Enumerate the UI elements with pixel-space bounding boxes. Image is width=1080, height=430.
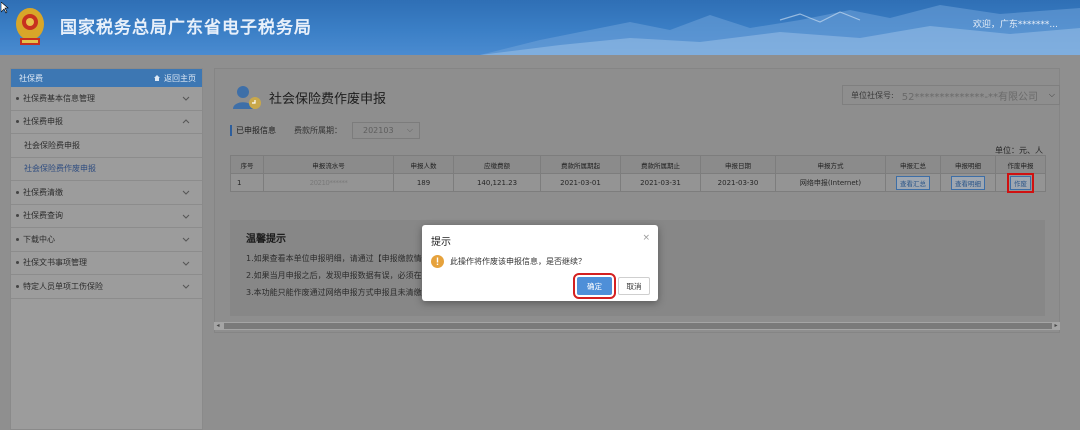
col-header: 申报人数 bbox=[393, 155, 454, 174]
cell-method: 网络申报(Internet) bbox=[775, 173, 886, 192]
sidebar: 社保费 返回主页 社保费基本信息管理 社保费申报 社会保险费申报 社会保险费作废… bbox=[10, 68, 203, 430]
confirm-button[interactable]: 确定 bbox=[573, 273, 616, 299]
dialog-title: 提示 bbox=[431, 237, 451, 248]
page-title: 社会保险费作废申报 bbox=[269, 92, 387, 107]
cell-amount: 140,121.23 bbox=[453, 173, 541, 192]
col-header: 申报汇总 bbox=[885, 155, 941, 174]
col-header: 作废申报 bbox=[995, 155, 1046, 174]
sidebar-item-label: 社保费申报 bbox=[23, 117, 63, 127]
bullet-icon bbox=[16, 284, 19, 288]
col-header: 申报流水号 bbox=[263, 155, 394, 174]
welcome-user[interactable]: 欢迎，广东*******... bbox=[973, 17, 1058, 30]
unit-social-label: 单位社保号: bbox=[851, 90, 894, 100]
table-header-row: 序号 申报流水号 申报人数 应缴费额 费款所属期起 费款所属期止 申报日期 申报… bbox=[230, 155, 1046, 174]
chevron-down-icon bbox=[182, 214, 190, 219]
chevron-up-icon bbox=[182, 119, 190, 124]
tip-line: 2.如果当月申报之后，发现申报数据有误，必须在当... bbox=[246, 271, 426, 280]
cell-date: 2021-03-30 bbox=[700, 173, 776, 192]
sidebar-item-label: 社保费基本信息管理 bbox=[23, 93, 95, 103]
sidebar-item-label: 社保文书事项管理 bbox=[23, 258, 87, 268]
sidebar-item-label: 下载中心 bbox=[23, 234, 55, 244]
cell-serial: 20210****** bbox=[263, 173, 394, 192]
scroll-right-icon[interactable]: ▸ bbox=[1052, 322, 1060, 330]
sidebar-item-declaration[interactable]: 社保费申报 bbox=[11, 111, 202, 134]
home-icon bbox=[154, 75, 160, 81]
sidebar-item-label: 特定人员单项工伤保险 bbox=[23, 281, 103, 291]
filter-bar: 已申报信息 费款所属期： 202103 ⌵ bbox=[230, 121, 420, 139]
view-summary-button[interactable]: 查看汇总 bbox=[896, 175, 930, 190]
col-header: 申报明细 bbox=[940, 155, 996, 174]
chevron-down-icon bbox=[182, 261, 190, 266]
horizontal-scrollbar[interactable]: ◂ ▸ bbox=[214, 322, 1060, 330]
sidebar-item-label: 社保费清缴 bbox=[23, 187, 63, 197]
table-row: 1 20210****** 189 140,121.23 2021-03-01 … bbox=[230, 172, 1046, 193]
dialog-message: 此操作将作废该申报信息，是否继续？ bbox=[450, 257, 586, 266]
chevron-down-icon bbox=[182, 190, 190, 195]
unit-social-select[interactable]: 单位社保号: 52**************-**有限公司 ⌵ bbox=[842, 85, 1060, 105]
sidebar-item-download-center[interactable]: 下载中心 bbox=[11, 228, 202, 252]
sidebar-subitem-label: 社会保险费作废申报 bbox=[24, 164, 96, 174]
mouse-cursor-icon bbox=[1, 2, 9, 14]
user-form-icon bbox=[233, 86, 261, 109]
declared-info-tag: 已申报信息 bbox=[230, 124, 276, 136]
dialog-message-row: 此操作将作废该申报信息，是否继续？ bbox=[431, 255, 586, 268]
period-label: 费款所属期： bbox=[294, 125, 342, 135]
col-header: 申报方式 bbox=[775, 155, 886, 174]
sidebar-item-injury-insurance[interactable]: 特定人员单项工伤保险 bbox=[11, 275, 202, 299]
site-header: 国家税务总局广东省电子税务局 欢迎，广东*******... bbox=[0, 0, 1080, 55]
declaration-table: 序号 申报流水号 申报人数 应缴费额 费款所属期起 费款所属期止 申报日期 申报… bbox=[230, 155, 1046, 193]
sidebar-subitem-label: 社会保险费申报 bbox=[24, 140, 80, 150]
cell-void: 作废 bbox=[995, 172, 1046, 193]
confirm-dialog: 提示 × 此操作将作废该申报信息，是否继续？ 确定 取消 bbox=[422, 225, 658, 301]
chevron-down-icon bbox=[182, 96, 190, 101]
sidebar-subitem-social-insurance-declaration[interactable]: 社会保险费申报 bbox=[11, 134, 202, 158]
period-select[interactable]: 202103 ⌵ bbox=[352, 121, 420, 139]
sidebar-item-settlement[interactable]: 社保费清缴 bbox=[11, 181, 202, 205]
chevron-down-icon: ⌵ bbox=[1048, 90, 1055, 99]
home-link[interactable]: 返回主页 bbox=[153, 73, 196, 84]
site-title: 国家税务总局广东省电子税务局 bbox=[60, 18, 312, 38]
chevron-down-icon: ⌵ bbox=[406, 125, 413, 134]
col-header: 应缴费额 bbox=[453, 155, 541, 174]
serial-number-redacted: 20210****** bbox=[309, 178, 348, 187]
bullet-icon bbox=[16, 190, 19, 194]
col-header: 申报日期 bbox=[700, 155, 776, 174]
tax-emblem-logo bbox=[16, 8, 44, 45]
sidebar-item-label: 社保费查询 bbox=[23, 211, 63, 221]
sidebar-item-documents[interactable]: 社保文书事项管理 bbox=[11, 252, 202, 275]
cell-summary: 查看汇总 bbox=[885, 173, 941, 192]
col-header: 序号 bbox=[230, 155, 264, 174]
tip-line: 1.如果查看本单位申报明细，请通过【申报缴款情况... bbox=[246, 254, 426, 263]
bullet-icon bbox=[16, 96, 19, 100]
tip-line: 3.本功能只能作废通过网络申报方式申报且未清缴的... bbox=[246, 288, 426, 297]
cell-end: 2021-03-31 bbox=[620, 173, 701, 192]
bullet-icon bbox=[16, 237, 19, 241]
scrollbar-thumb[interactable] bbox=[224, 323, 1052, 329]
close-icon[interactable]: × bbox=[642, 233, 650, 243]
sidebar-title: 社保费 bbox=[19, 73, 43, 83]
cell-index: 1 bbox=[230, 173, 264, 192]
cancel-button[interactable]: 取消 bbox=[618, 277, 650, 295]
chevron-down-icon bbox=[182, 284, 190, 289]
cell-count: 189 bbox=[393, 173, 454, 192]
unit-social-value: 52**************-**有限公司 bbox=[901, 91, 1039, 103]
sidebar-subitem-void-declaration[interactable]: 社会保险费作废申报 bbox=[11, 158, 202, 181]
view-detail-button[interactable]: 查看明细 bbox=[951, 175, 985, 190]
chevron-down-icon bbox=[182, 237, 190, 242]
cell-start: 2021-03-01 bbox=[540, 173, 621, 192]
bullet-icon bbox=[16, 214, 19, 218]
col-header: 费款所属期止 bbox=[620, 155, 701, 174]
sidebar-header: 社保费 返回主页 bbox=[11, 69, 202, 87]
sidebar-item-query[interactable]: 社保费查询 bbox=[11, 205, 202, 228]
scroll-left-icon[interactable]: ◂ bbox=[214, 322, 222, 330]
warning-icon bbox=[431, 255, 444, 268]
period-value: 202103 bbox=[363, 125, 394, 135]
bullet-icon bbox=[16, 261, 19, 265]
home-link-label: 返回主页 bbox=[164, 73, 196, 83]
sidebar-item-basic-info[interactable]: 社保费基本信息管理 bbox=[11, 87, 202, 111]
bullet-icon bbox=[16, 120, 19, 124]
col-header: 费款所属期起 bbox=[540, 155, 621, 174]
cell-detail: 查看明细 bbox=[940, 173, 996, 192]
void-button[interactable]: 作废 bbox=[1007, 172, 1034, 193]
